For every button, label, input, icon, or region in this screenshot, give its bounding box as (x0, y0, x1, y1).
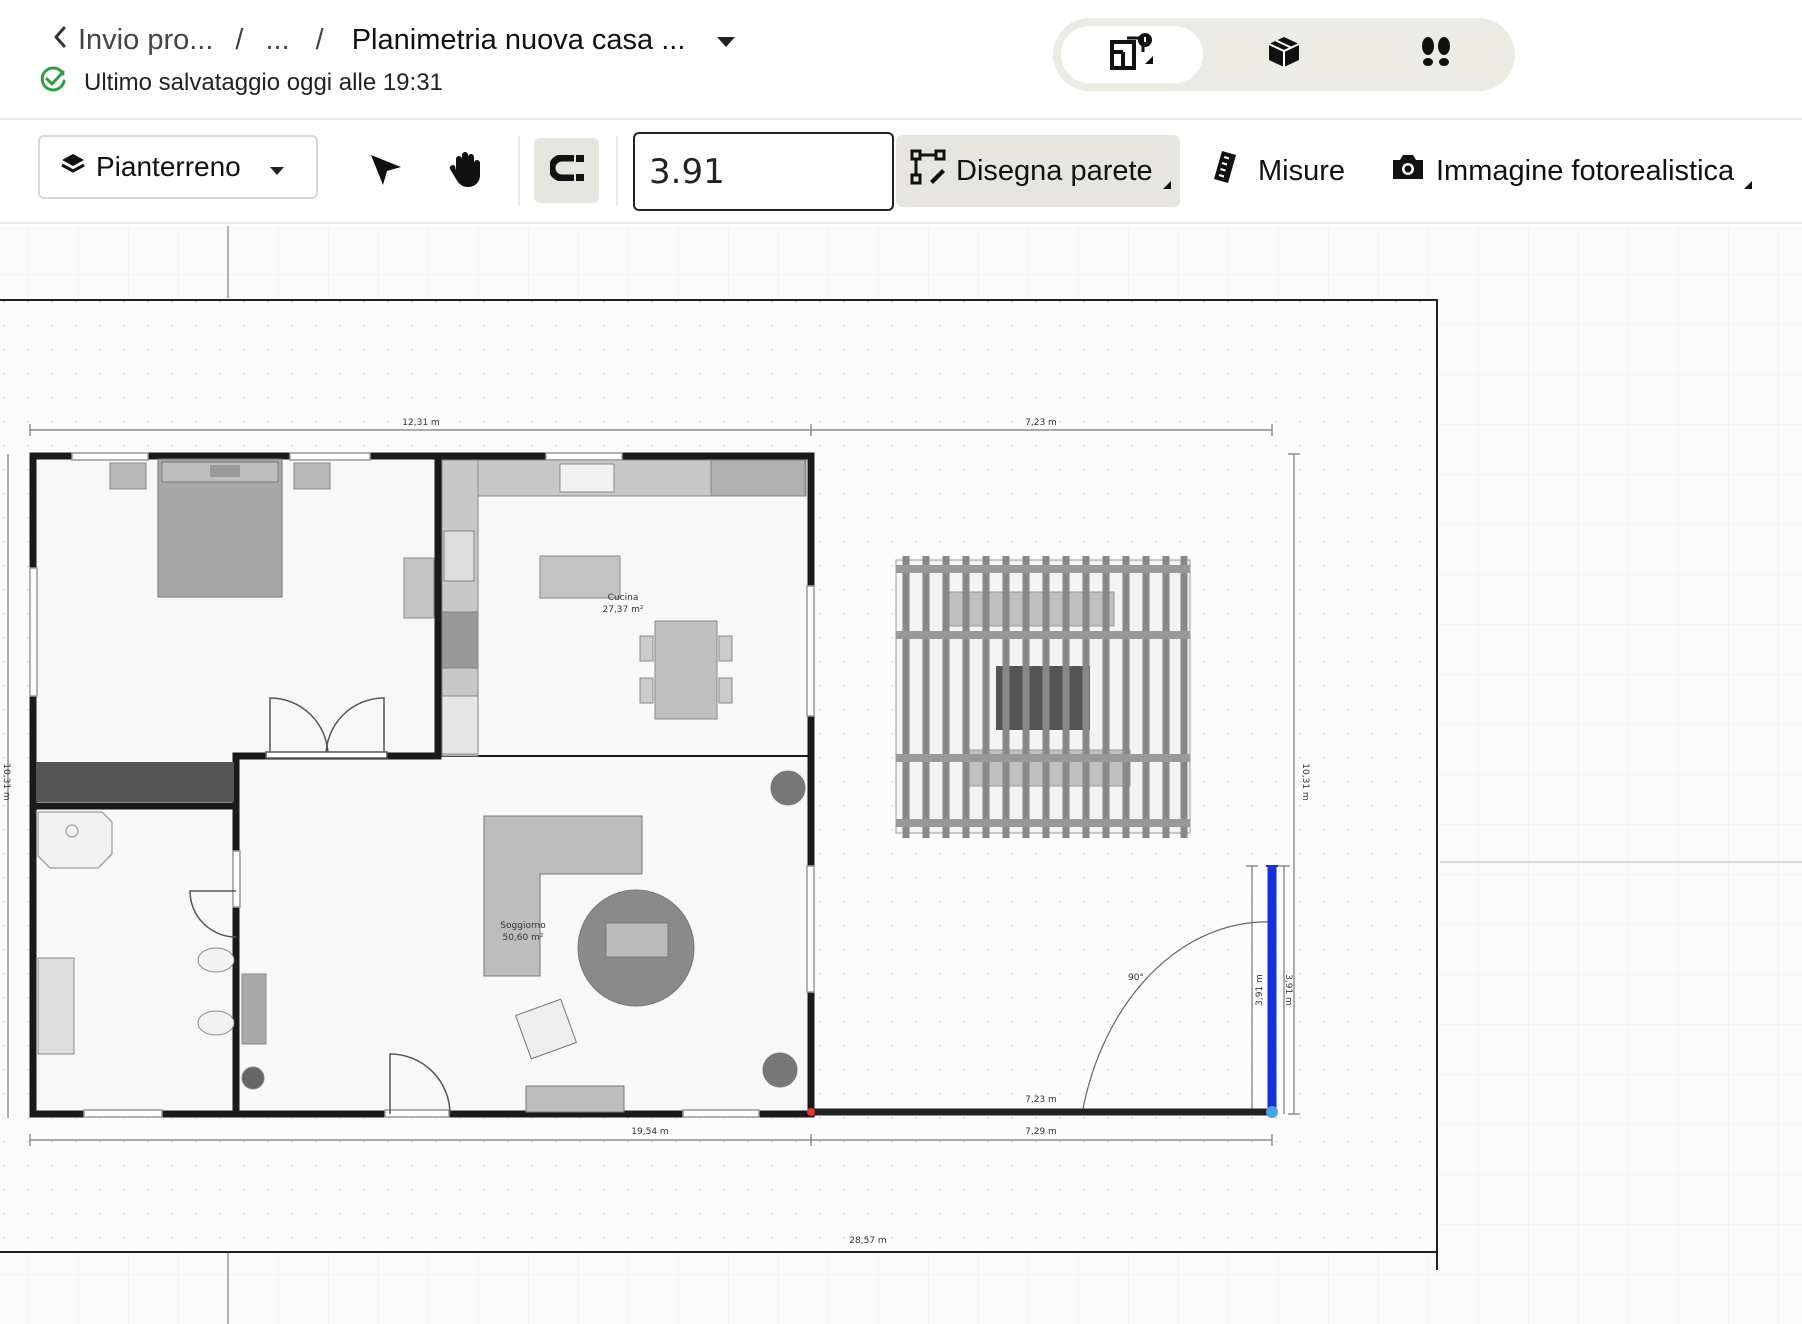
project-menu-caret-icon[interactable] (715, 24, 737, 57)
corner-menu-indicator-icon (1744, 181, 1753, 189)
photo-label: Immagine fotorealistica (1436, 154, 1735, 187)
view-2d-button[interactable] (1061, 26, 1203, 83)
snap-magnet-button[interactable] (534, 138, 599, 203)
dim-bottom-right: 7,29 m (1025, 1127, 1057, 1137)
toolbar-divider (616, 136, 618, 206)
chevron-down-icon (269, 151, 285, 183)
back-chevron-icon[interactable] (52, 24, 68, 57)
corner-menu-indicator-icon (1162, 181, 1171, 189)
measures-button[interactable]: Misure (1212, 135, 1345, 207)
camera-icon (1390, 152, 1426, 190)
draw-wall-icon (910, 149, 946, 193)
select-tool-button[interactable] (364, 148, 408, 196)
view-3d-button[interactable] (1213, 26, 1355, 83)
top-header: Invio pro... / ... / Planimetria nuova c… (0, 0, 1802, 120)
wall-endpoint-handle[interactable] (1266, 1106, 1278, 1118)
breadcrumb-back-link[interactable]: Invio pro... (78, 24, 213, 57)
editor-toolbar: Pianterreno Disegna parete Misure (0, 120, 1802, 224)
breadcrumb-separator: / (315, 23, 324, 56)
dim-wall-inner: 7,23 m (1025, 1095, 1057, 1105)
breadcrumb-ellipsis[interactable]: ... (265, 24, 289, 57)
floor-plan-svg[interactable]: 12,31 m 7,23 m 19,54 m 7,29 m 7,23 m 28,… (0, 226, 1802, 1324)
dim-left-side: 10,31 m (1, 763, 11, 800)
room-kitchen-name: Cucina (608, 593, 639, 603)
cursor-arrow-icon (368, 151, 404, 194)
save-status-text: Ultimo salvataggio oggi alle 19:31 (84, 68, 443, 96)
measures-label: Misure (1258, 154, 1346, 187)
toolbar-divider (518, 136, 520, 206)
view-walkthrough-button[interactable] (1365, 26, 1507, 83)
wall-length-input[interactable] (633, 132, 894, 211)
project-title[interactable]: Planimetria nuova casa ... (352, 24, 686, 57)
floor-plan-canvas[interactable]: 12,31 m 7,23 m 19,54 m 7,29 m 7,23 m 28,… (0, 226, 1802, 1324)
magnet-icon (548, 154, 584, 186)
view-mode-switch (1053, 18, 1515, 91)
dim-overall: 28,57 m (849, 1236, 886, 1246)
breadcrumb-separator: / (235, 23, 244, 56)
dim-bottom-main: 19,54 m (631, 1127, 668, 1137)
floor-select-label: Pianterreno (96, 151, 241, 182)
floor-select[interactable]: Pianterreno (38, 135, 318, 199)
ruler-icon (1212, 149, 1238, 193)
footsteps-icon (1418, 35, 1454, 74)
dim-top-left: 12,31 m (402, 418, 439, 428)
dim-top-right: 7,23 m (1025, 418, 1057, 428)
angle-label: 90° (1128, 973, 1144, 983)
3d-box-icon (1266, 34, 1302, 75)
2d-plan-icon (1109, 32, 1155, 77)
pergola (895, 556, 1191, 838)
room-living-name: Soggiorno (500, 921, 546, 931)
dim-right-side: 10,31 m (1300, 763, 1310, 800)
draw-wall-label: Disegna parete (956, 154, 1153, 187)
dim-new-wall-a: 3,91 m (1255, 974, 1265, 1006)
layers-icon (60, 151, 86, 183)
room-kitchen-area: 27,37 m² (602, 605, 643, 615)
hand-icon (448, 149, 484, 194)
draw-wall-button[interactable]: Disegna parete (896, 135, 1180, 207)
save-status: Ultimo salvataggio oggi alle 19:31 (38, 64, 443, 101)
wardrobe-block (36, 762, 234, 802)
wall-startpoint-marker (807, 1108, 815, 1116)
dim-new-wall-b: 3,91 m (1283, 974, 1293, 1006)
breadcrumb: Invio pro... / ... / Planimetria nuova c… (52, 20, 737, 60)
room-living-area: 50,60 m² (502, 933, 543, 943)
pan-tool-button[interactable] (444, 146, 488, 196)
photorealistic-image-button[interactable]: Immagine fotorealistica (1390, 135, 1753, 207)
saved-check-icon (38, 64, 68, 101)
